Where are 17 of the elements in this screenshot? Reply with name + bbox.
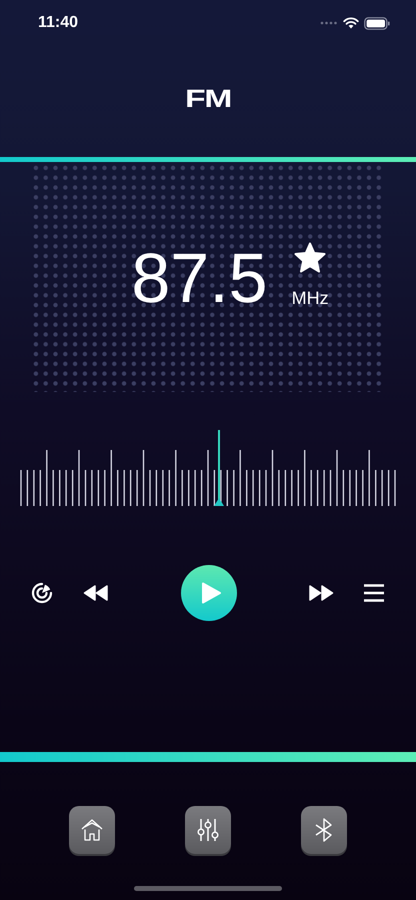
unit-label: MHz bbox=[292, 288, 329, 309]
tuner-needle[interactable] bbox=[214, 430, 224, 506]
rewind-icon[interactable] bbox=[83, 584, 110, 602]
status-time: 11:40 bbox=[38, 14, 78, 32]
radar-icon[interactable] bbox=[30, 581, 54, 605]
play-icon bbox=[200, 581, 222, 605]
signal-icon bbox=[320, 21, 338, 25]
star-icon[interactable] bbox=[293, 242, 328, 274]
bluetooth-button[interactable] bbox=[301, 806, 347, 854]
wifi-icon bbox=[343, 17, 359, 29]
equalizer-button[interactable] bbox=[185, 806, 231, 854]
home-button[interactable] bbox=[69, 806, 115, 854]
frequency-display: 87.5 bbox=[131, 242, 268, 312]
fast-forward-icon[interactable] bbox=[308, 584, 334, 602]
menu-icon[interactable] bbox=[363, 583, 385, 603]
battery-icon bbox=[364, 16, 390, 30]
app-title: FM bbox=[184, 84, 232, 115]
